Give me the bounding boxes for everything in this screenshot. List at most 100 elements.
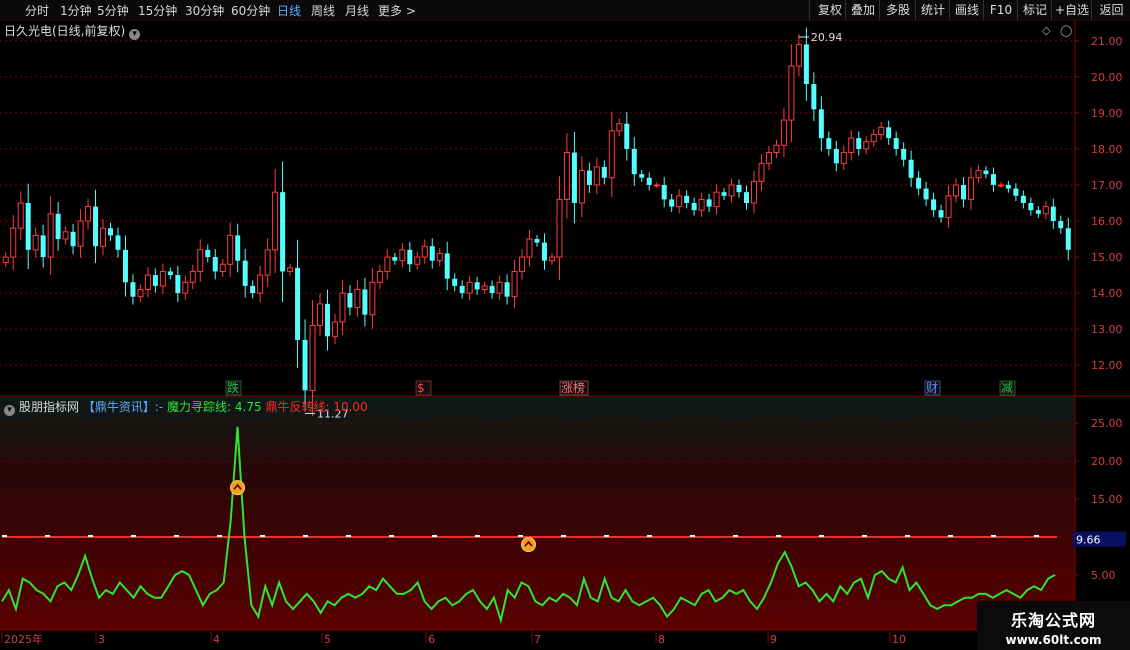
price-tick-label: 17.00 <box>1091 179 1123 192</box>
candle-body <box>466 281 473 294</box>
candle-body <box>758 162 765 182</box>
candle-body <box>100 227 107 247</box>
candle-body <box>189 270 196 283</box>
candle-body <box>788 65 795 121</box>
candle-body <box>32 234 39 251</box>
candle-body <box>997 184 1004 187</box>
candle-body <box>474 282 480 290</box>
candle-body <box>10 227 17 258</box>
candle-body <box>773 144 780 154</box>
x-tick-label: 9 <box>770 633 777 646</box>
signal-up-icon <box>230 480 246 496</box>
candle-body <box>961 184 967 200</box>
candle-body <box>212 257 218 272</box>
event-tag: 减 <box>1001 381 1013 395</box>
chevron-down-icon[interactable]: ▾ <box>4 405 15 416</box>
candle-body <box>107 228 113 236</box>
stock-title: 日久光电(日线,前复权) <box>4 24 126 38</box>
period-tab-6[interactable]: 日线 <box>277 2 301 19</box>
watermark-line1: 乐淘公式网 <box>1010 611 1096 630</box>
toolbar-btn-6[interactable]: 标记 <box>1017 0 1052 20</box>
reversal-line-tick <box>131 534 136 537</box>
indicator-line1-label: 魔力寻踪线: 4.75 <box>167 400 262 414</box>
chart-area: 12.00 13.00 14.00 15.00 16.00 17.00 18.00 19.00… <box>0 20 1130 646</box>
candle-body <box>481 285 488 290</box>
toolbar-btn-8[interactable]: 返回 <box>1091 0 1130 20</box>
candle-body <box>563 152 570 200</box>
reversal-line-tick <box>45 534 50 537</box>
candle-body <box>893 138 899 149</box>
candle-body <box>818 109 824 139</box>
candle-body <box>47 213 54 258</box>
candle-body <box>429 246 435 261</box>
reversal-line-tick <box>518 534 523 537</box>
price-tick-label: 15.00 <box>1091 251 1123 264</box>
reversal-line-tick <box>475 534 480 537</box>
reversal-line-tick <box>604 534 609 537</box>
period-tab-1[interactable]: 1分钟 <box>60 2 92 19</box>
candle-body <box>571 152 577 203</box>
candle-body <box>264 249 271 276</box>
chevron-down-icon[interactable]: ▾ <box>129 29 141 40</box>
candle-body <box>122 249 128 283</box>
candle-body <box>93 206 99 247</box>
toolbar-btn-7[interactable]: +自选 <box>1051 0 1092 20</box>
period-tab-9[interactable]: 更多 > <box>378 2 416 19</box>
high-price-label: 20.94 <box>811 31 843 44</box>
candle-body <box>541 242 547 261</box>
candle-body <box>886 127 892 139</box>
indicator-background <box>0 396 1075 630</box>
candle-body <box>856 138 862 149</box>
candle-body <box>182 281 189 294</box>
candle-body <box>765 152 772 164</box>
candle-body <box>931 199 937 211</box>
toolbar-btn-4[interactable]: 画线 <box>949 0 984 20</box>
period-tab-0[interactable]: 分时 <box>25 2 49 19</box>
candle-body <box>414 256 421 265</box>
candle-body <box>1035 210 1041 214</box>
reversal-line-tick <box>776 534 781 537</box>
toolbar-btn-0[interactable]: 复权 <box>809 0 850 20</box>
candle-body <box>459 285 465 294</box>
period-tab-8[interactable]: 月线 <box>345 2 369 19</box>
candle-body <box>392 257 398 261</box>
candle-body <box>534 239 540 243</box>
candle-body <box>130 282 136 297</box>
candle-body <box>2 256 9 263</box>
candle-body <box>324 303 330 337</box>
candle-body <box>713 191 720 208</box>
period-toolbar: 分时 1分钟 5分钟 15分钟 30分钟 60分钟 日线 周线 月线 更多 > 复权 叠加 多股 统计 画线… <box>0 0 1130 21</box>
candle-body <box>639 174 645 178</box>
period-tab-3[interactable]: 15分钟 <box>138 2 177 19</box>
candle-body <box>235 235 241 261</box>
candle-body <box>489 285 495 294</box>
candle-body <box>631 148 637 175</box>
period-tab-2[interactable]: 5分钟 <box>97 2 129 19</box>
toolbar-btn-1[interactable]: 叠加 <box>845 0 880 20</box>
candle-body <box>369 281 376 316</box>
toolbar-btn-3[interactable]: 统计 <box>915 0 950 20</box>
candle-body <box>331 321 338 337</box>
candle-body <box>55 213 61 240</box>
period-tab-7[interactable]: 周线 <box>311 2 335 19</box>
period-tab-4[interactable]: 30分钟 <box>185 2 224 19</box>
candle-body <box>399 249 406 262</box>
candle-body <box>1013 188 1019 196</box>
x-tick-label: 3 <box>98 633 105 646</box>
axis-value-label: 9.66 <box>1076 534 1101 547</box>
period-tab-5[interactable]: 60分钟 <box>231 2 270 19</box>
candle-body <box>421 245 428 258</box>
candle-body <box>496 281 503 294</box>
x-tick-label: 5 <box>324 633 331 646</box>
candle-body <box>144 274 151 290</box>
reversal-line-tick <box>690 534 695 537</box>
toolbar-btn-5[interactable]: F10 <box>983 0 1018 20</box>
reversal-line-tick <box>88 534 93 537</box>
candle-body <box>167 271 173 276</box>
price-tick-label: 19.00 <box>1091 107 1123 120</box>
candle-body <box>975 170 982 179</box>
candle-body <box>137 288 144 298</box>
toolbar-btn-2[interactable]: 多股 <box>879 0 916 20</box>
candle-body <box>901 148 907 160</box>
candle-body <box>17 202 24 229</box>
